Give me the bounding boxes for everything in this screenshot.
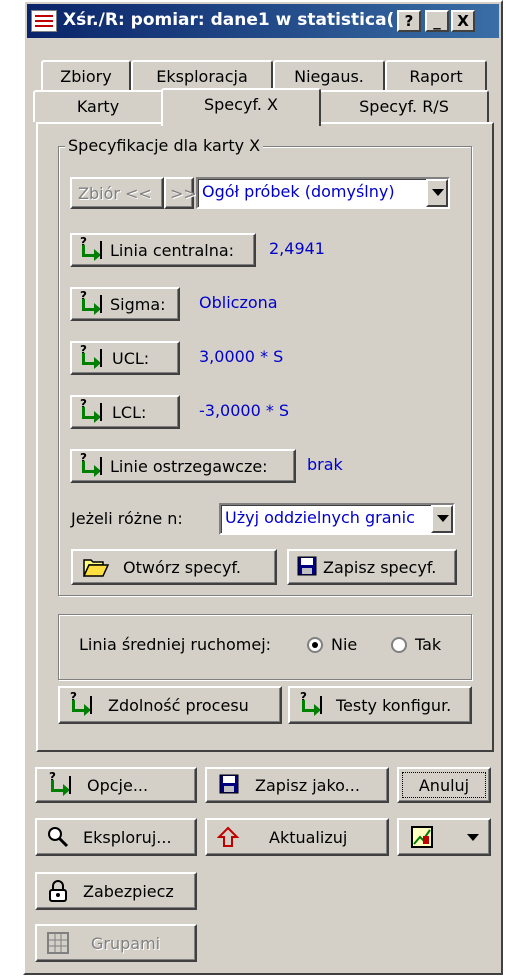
different-n-select[interactable]: Użyj oddzielnych granic xyxy=(219,503,455,535)
warning-lines-button[interactable]: Linie ostrzegawcze: xyxy=(70,449,296,483)
chart-brush-icon xyxy=(411,826,433,848)
lcl-value: -3,0000 * S xyxy=(199,401,290,420)
run-arrow-icon xyxy=(49,770,71,796)
config-tests-label: Testy konfigur. xyxy=(336,695,452,715)
tab-eksploracja[interactable]: Eksploracja xyxy=(131,60,273,90)
sigma-value: Obliczona xyxy=(199,293,278,312)
close-button[interactable]: X xyxy=(451,10,475,32)
options-button[interactable]: Opcje... xyxy=(35,767,197,803)
save-spec-label: Zapisz specyf. xyxy=(323,557,437,577)
home-icon xyxy=(216,826,240,848)
warning-lines-label: Linie ostrzegawcze: xyxy=(110,456,268,476)
config-tests-button[interactable]: Testy konfigur. xyxy=(288,686,472,724)
magnifier-icon xyxy=(47,826,69,848)
update-button[interactable]: Aktualizuj xyxy=(205,818,389,856)
radio-nie[interactable] xyxy=(307,637,323,653)
ucl-label: UCL: xyxy=(112,348,150,368)
explore-label: Eksploruj... xyxy=(83,827,172,847)
save-as-label: Zapisz jako... xyxy=(255,775,360,795)
ucl-value: 3,0000 * S xyxy=(199,347,284,366)
save-spec-button[interactable]: Zapisz specyf. xyxy=(287,549,457,585)
dialog-window: Xśr./R: pomiar: dane1 w statistica( ? _ … xyxy=(23,0,503,975)
secure-button[interactable]: Zabezpiecz xyxy=(35,872,197,910)
run-arrow-icon xyxy=(80,289,102,315)
window-title: Xśr./R: pomiar: dane1 w statistica( xyxy=(63,10,393,30)
run-arrow-icon xyxy=(80,397,102,423)
tab-specyf-x[interactable]: Specyf. X xyxy=(161,88,321,126)
tab-zbiory[interactable]: Zbiory xyxy=(41,60,131,90)
tab-label: Eksploracja xyxy=(156,67,248,86)
tab-specyf-rs[interactable]: Specyf. R/S xyxy=(319,90,489,122)
warning-lines-value: brak xyxy=(307,455,343,474)
lcl-label: LCL: xyxy=(112,402,147,422)
run-arrow-icon xyxy=(80,343,102,369)
set-next-label: >> xyxy=(170,183,197,203)
tab-label: Raport xyxy=(409,67,463,86)
run-arrow-icon xyxy=(80,235,102,261)
open-spec-label: Otwórz specyf. xyxy=(123,557,241,577)
chevron-down-icon[interactable] xyxy=(426,179,448,207)
title-bar[interactable]: Xśr./R: pomiar: dane1 w statistica( ? _ … xyxy=(27,4,499,38)
set-next-button: >> xyxy=(164,177,197,209)
ucl-button[interactable]: UCL: xyxy=(70,341,180,375)
graph-options-button[interactable] xyxy=(397,818,491,856)
center-line-value: 2,4941 xyxy=(269,239,325,258)
update-label: Aktualizuj xyxy=(269,827,348,847)
cancel-label: Anuluj xyxy=(418,775,470,795)
chevron-down-icon xyxy=(467,833,479,841)
tab-karty[interactable]: Karty xyxy=(33,90,163,122)
set-select[interactable]: Ogół próbek (domyślny) xyxy=(196,177,450,209)
process-capability-button[interactable]: Zdolność procesu xyxy=(58,686,282,724)
tab-label: Specyf. R/S xyxy=(359,97,449,116)
run-arrow-icon xyxy=(80,451,102,477)
chevron-down-icon[interactable] xyxy=(431,505,453,533)
sigma-label: Sigma: xyxy=(110,294,166,314)
set-prev-label: Zbiór << xyxy=(78,183,152,203)
secure-label: Zabezpiecz xyxy=(83,881,174,901)
center-line-label: Linia centralna: xyxy=(110,240,235,260)
radio-nie-label[interactable]: Nie xyxy=(331,635,357,654)
floppy-disk-icon xyxy=(297,556,319,578)
tab-label: Zbiory xyxy=(60,67,112,86)
set-prev-button: Zbiór << xyxy=(70,177,164,209)
process-capability-label: Zdolność procesu xyxy=(108,695,249,715)
minimize-button[interactable]: _ xyxy=(425,10,449,32)
cancel-button[interactable]: Anuluj xyxy=(397,767,491,803)
app-chart-icon[interactable] xyxy=(31,10,57,32)
open-spec-button[interactable]: Otwórz specyf. xyxy=(71,549,277,585)
padlock-icon xyxy=(47,880,69,902)
run-arrow-icon xyxy=(70,690,92,716)
options-label: Opcje... xyxy=(87,775,149,795)
folder-open-icon xyxy=(82,556,110,578)
sigma-button[interactable]: Sigma: xyxy=(70,287,180,321)
tab-label: Karty xyxy=(76,97,120,116)
tab-raport[interactable]: Raport xyxy=(385,60,487,90)
spec-group-title: Specyfikacje dla karty X xyxy=(65,136,264,155)
spec-groupbox: Specyfikacje dla karty X Zbiór << >> Ogó… xyxy=(58,136,472,596)
groups-button: Grupami xyxy=(35,924,197,962)
run-arrow-icon xyxy=(300,690,322,716)
tab-niegaus[interactable]: Niegaus. xyxy=(273,60,385,90)
tab-label: Niegaus. xyxy=(294,67,364,86)
groups-label: Grupami xyxy=(91,933,161,953)
grid-icon xyxy=(47,932,69,954)
moving-average-groupbox: Linia średniej ruchomej: Nie Tak xyxy=(58,614,472,680)
tab-panel: Specyfikacje dla karty X Zbiór << >> Ogó… xyxy=(36,122,494,752)
help-button[interactable]: ? xyxy=(397,10,421,32)
different-n-value: Użyj oddzielnych granic xyxy=(225,508,415,527)
different-n-label: Jeżeli różne n: xyxy=(71,509,183,528)
lcl-button[interactable]: LCL: xyxy=(70,395,180,429)
explore-button[interactable]: Eksploruj... xyxy=(35,818,197,856)
set-select-value: Ogół próbek (domyślny) xyxy=(202,182,395,201)
save-as-button[interactable]: Zapisz jako... xyxy=(205,767,389,803)
moving-average-label: Linia średniej ruchomej: xyxy=(79,635,272,654)
tab-label: Specyf. X xyxy=(203,95,279,114)
radio-tak-label[interactable]: Tak xyxy=(415,635,441,654)
radio-tak[interactable] xyxy=(391,637,407,653)
center-line-button[interactable]: Linia centralna: xyxy=(70,233,256,267)
floppy-disk-icon xyxy=(219,774,241,796)
